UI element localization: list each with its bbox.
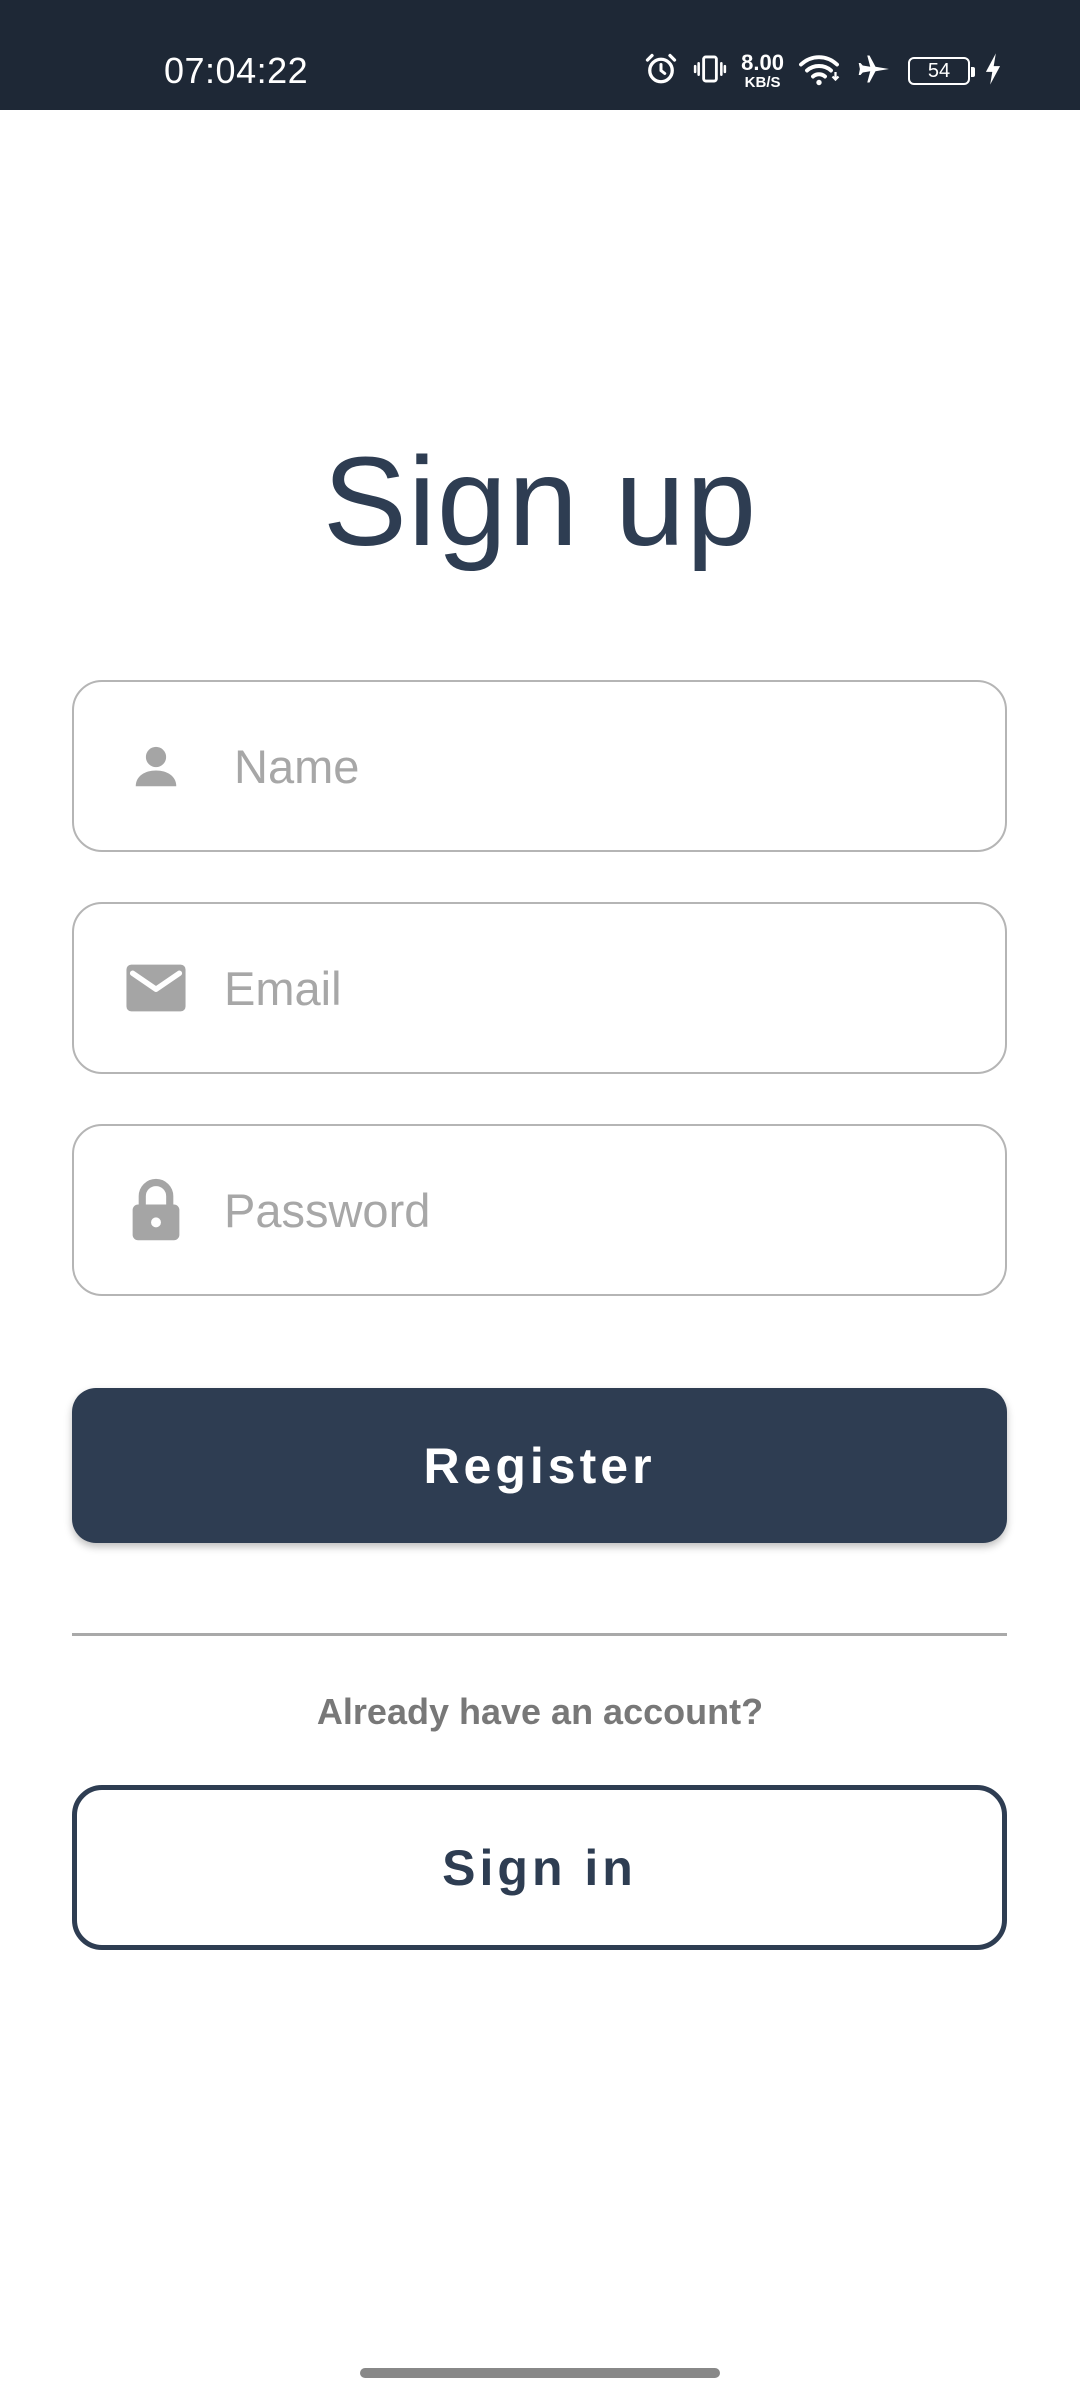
home-indicator[interactable]	[360, 2368, 720, 2378]
battery-icon: 54	[908, 57, 975, 85]
person-icon	[124, 734, 188, 798]
wifi-icon	[798, 51, 840, 92]
account-prompt: Already have an account?	[316, 1691, 764, 1732]
name-field[interactable]	[72, 680, 1007, 852]
alarm-icon	[643, 51, 679, 92]
status-icons: 8.00 KB/S 54	[643, 46, 1002, 96]
battery-level: 54	[927, 59, 951, 82]
divider	[72, 1633, 1007, 1636]
password-input[interactable]	[224, 1126, 944, 1294]
net-speed-unit: KB/S	[744, 74, 781, 91]
register-button[interactable]: Register	[72, 1388, 1007, 1543]
vibrate-icon	[693, 52, 727, 91]
charging-icon	[984, 52, 1002, 91]
email-input[interactable]	[224, 904, 944, 1072]
airplane-icon	[854, 51, 894, 92]
password-field[interactable]	[72, 1124, 1007, 1296]
status-time-text: 07:04:22	[164, 50, 309, 91]
email-field[interactable]	[72, 902, 1007, 1074]
page-title: Sign up	[322, 431, 758, 572]
net-speed: 8.00 KB/S	[741, 50, 784, 91]
net-speed-value: 8.00	[741, 50, 784, 75]
sign-in-button[interactable]: Sign in	[72, 1785, 1007, 1950]
status-bar: 07:04:22 8.00 KB/S 54	[0, 0, 1080, 110]
lock-icon	[124, 1178, 188, 1242]
name-input[interactable]	[234, 682, 954, 850]
mail-icon	[124, 956, 188, 1020]
